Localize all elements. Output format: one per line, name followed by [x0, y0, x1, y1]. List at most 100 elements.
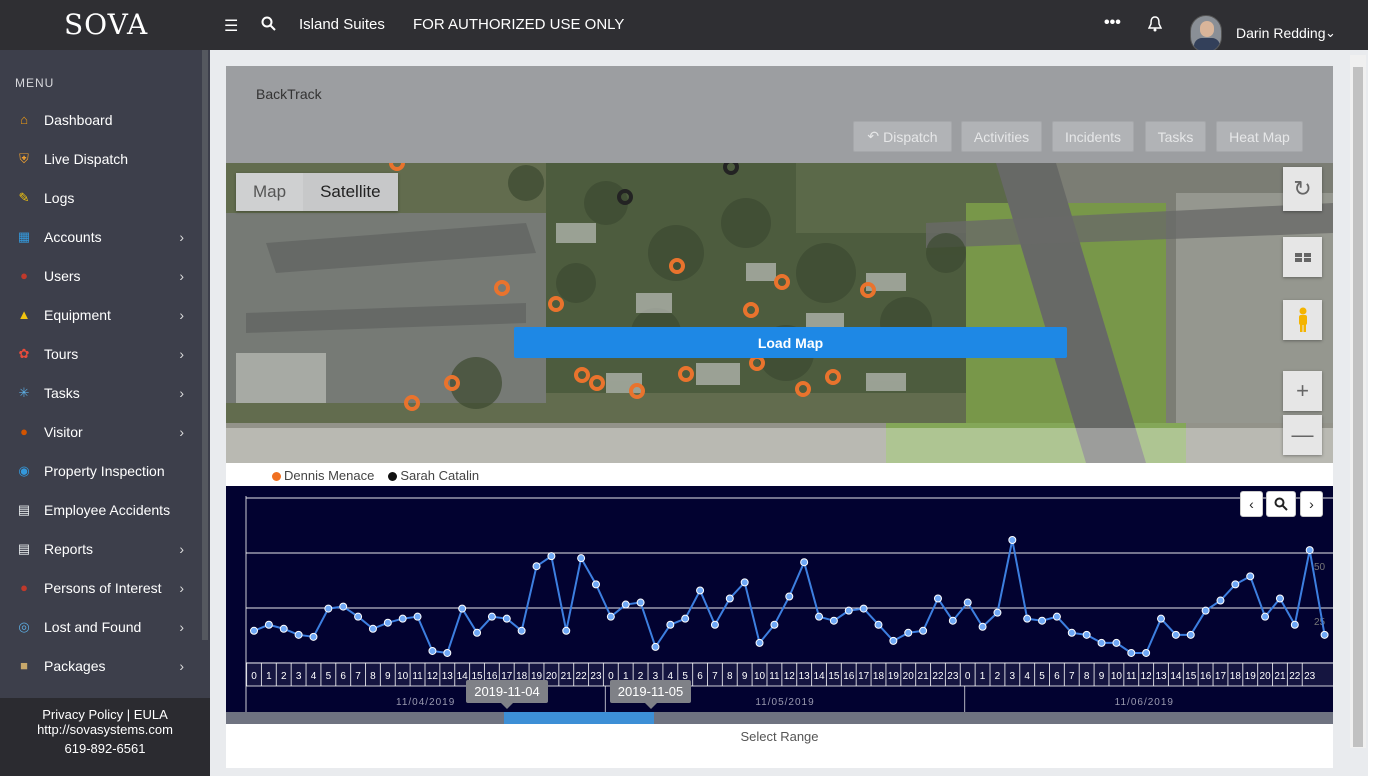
hour-label: 21: [918, 671, 930, 682]
chevron-right-icon: ›: [179, 228, 184, 245]
data-point: [1097, 638, 1106, 647]
activity-chart[interactable]: 50 25 0 1 2 3 4 5 6 7 8 9 10 11 12 13 14 15 16 17 18 19 20 21 22…: [226, 486, 1333, 712]
sidebar-item-visitor[interactable]: ● Visitor ›: [0, 412, 202, 451]
hour-label: 6: [340, 671, 346, 682]
activity-chart-svg: 50250 1 2 3 4 5 6 7 8 9 10 11 12 13 14 15 16 17 18 19 20 21 22…: [245, 496, 1333, 712]
data-point: [785, 592, 794, 601]
sidebar-item-label: Accounts: [44, 228, 102, 245]
hour-label: 12: [427, 671, 439, 682]
hour-label: 14: [813, 671, 825, 682]
sidebar-item-label: Persons of Interest: [44, 579, 162, 596]
data-point: [1216, 596, 1225, 605]
tab-heat-map[interactable]: Heat Map: [1216, 121, 1303, 152]
hour-label: 23: [1304, 671, 1316, 682]
range-end-handle[interactable]: 2019-11-05: [610, 680, 691, 709]
data-point: [428, 646, 437, 655]
sidebar-item-lost-and-found[interactable]: ◎ Lost and Found ›: [0, 607, 202, 646]
map-type-satellite[interactable]: Satellite: [303, 173, 398, 211]
sidebar-item-employee-accidents[interactable]: ▤ Employee Accidents: [0, 490, 202, 529]
sidebar-item-label: Users: [44, 267, 81, 284]
data-point: [1067, 628, 1076, 637]
load-map-button[interactable]: Load Map: [514, 327, 1067, 358]
tab-incidents[interactable]: Incidents: [1052, 121, 1134, 152]
ellipsis-icon[interactable]: •••: [1104, 14, 1121, 32]
sidebar-item-label: Lost and Found: [44, 618, 142, 635]
range-start-handle[interactable]: 2019-11-04: [466, 680, 548, 709]
hour-label: 5: [326, 671, 332, 682]
satellite-map[interactable]: Map Satellite ↻ + — Load Map: [226, 163, 1333, 463]
page-scrollbar[interactable]: [1350, 55, 1366, 748]
sidebar: MENU ⌂ Dashboard ⛨ Live Dispatch ✎ Logs ▦ Accou…: [0, 50, 210, 698]
map-type-map[interactable]: Map: [236, 173, 303, 211]
sidebar-item-equipment[interactable]: ▲ Equipment ›: [0, 295, 202, 334]
network-icon: ✳: [18, 384, 30, 400]
y-tick-label: 50: [1314, 562, 1326, 573]
menu-title: MENU: [15, 76, 55, 90]
tab-dispatch[interactable]: ↶ Dispatch: [853, 121, 952, 152]
sidebar-item-property-inspection[interactable]: ◉ Property Inspection: [0, 451, 202, 490]
legend: Dennis Menace Sarah Catalin: [272, 468, 479, 483]
range-selection[interactable]: [504, 712, 654, 724]
sidebar-item-persons-of-interest[interactable]: ● Persons of Interest ›: [0, 568, 202, 607]
legend-item-sarah[interactable]: Sarah Catalin: [388, 468, 479, 483]
data-point: [1038, 616, 1047, 625]
package-icon: ■: [20, 658, 28, 673]
pencil-icon: ✎: [18, 189, 30, 205]
sova-logo[interactable]: SOVA: [64, 8, 148, 41]
rotate-icon[interactable]: ↻: [1283, 167, 1322, 211]
data-point: [1261, 612, 1270, 621]
sidebar-item-reports[interactable]: ▤ Reports ›: [0, 529, 202, 568]
hamburger-menu-icon[interactable]: ☰: [224, 16, 238, 36]
data-point: [1275, 594, 1284, 603]
sidebar-scrollbar[interactable]: [202, 50, 208, 640]
data-point: [294, 630, 303, 639]
user-name[interactable]: Darin Redding: [1236, 25, 1326, 41]
data-point: [1142, 648, 1151, 657]
data-point: [473, 628, 482, 637]
hour-label: 7: [712, 671, 718, 682]
sidebar-item-users[interactable]: ● Users ›: [0, 256, 202, 295]
data-point: [502, 614, 511, 623]
sidebar-item-tours[interactable]: ✿ Tours ›: [0, 334, 202, 373]
tab-activities[interactable]: Activities: [961, 121, 1042, 152]
tilt-icon[interactable]: [1283, 237, 1322, 277]
property-name[interactable]: Island Suites: [299, 16, 385, 33]
sidebar-item-label: Packages: [44, 657, 106, 674]
hour-label: 2: [281, 671, 287, 682]
data-point: [1157, 614, 1166, 623]
hour-label: 6: [697, 671, 703, 682]
user-avatar[interactable]: [1190, 15, 1222, 53]
data-point: [339, 602, 348, 611]
range-track[interactable]: [226, 712, 1333, 724]
day-label: 11/05/2019: [755, 697, 814, 708]
sidebar-item-packages[interactable]: ■ Packages ›: [0, 646, 202, 685]
data-point: [666, 620, 675, 629]
data-point: [770, 620, 779, 629]
search-icon[interactable]: [1266, 491, 1296, 517]
sidebar-item-label: Reports: [44, 540, 94, 557]
zoom-in-icon[interactable]: +: [1283, 371, 1322, 411]
sidebar-item-tasks[interactable]: ✳ Tasks ›: [0, 373, 202, 412]
hour-label: 17: [1215, 671, 1227, 682]
search-icon[interactable]: [261, 16, 276, 36]
zoom-out-icon[interactable]: —: [1283, 415, 1322, 455]
pegman-icon[interactable]: [1283, 300, 1322, 340]
sidebar-item-logs[interactable]: ✎ Logs: [0, 178, 202, 217]
sidebar-item-dashboard[interactable]: ⌂ Dashboard: [0, 100, 202, 139]
prev-icon[interactable]: ‹: [1240, 491, 1263, 517]
data-point: [458, 604, 467, 613]
hour-label: 2: [995, 671, 1001, 682]
next-icon[interactable]: ›: [1300, 491, 1323, 517]
legend-item-dennis[interactable]: Dennis Menace: [272, 468, 374, 483]
bell-icon[interactable]: [1147, 16, 1163, 37]
chevron-down-icon[interactable]: ⌄: [1325, 25, 1336, 41]
hour-label: 10: [397, 671, 409, 682]
privacy-eula-links[interactable]: Privacy Policy | EULA: [0, 707, 210, 722]
website-link[interactable]: http://sovasystems.com: [0, 722, 210, 737]
sidebar-item-live-dispatch[interactable]: ⛨ Live Dispatch: [0, 139, 202, 178]
sidebar-item-accounts[interactable]: ▦ Accounts ›: [0, 217, 202, 256]
hour-label: 7: [1069, 671, 1075, 682]
tab-tasks[interactable]: Tasks: [1145, 121, 1206, 152]
hour-label: 8: [1084, 671, 1090, 682]
data-point: [621, 600, 630, 609]
